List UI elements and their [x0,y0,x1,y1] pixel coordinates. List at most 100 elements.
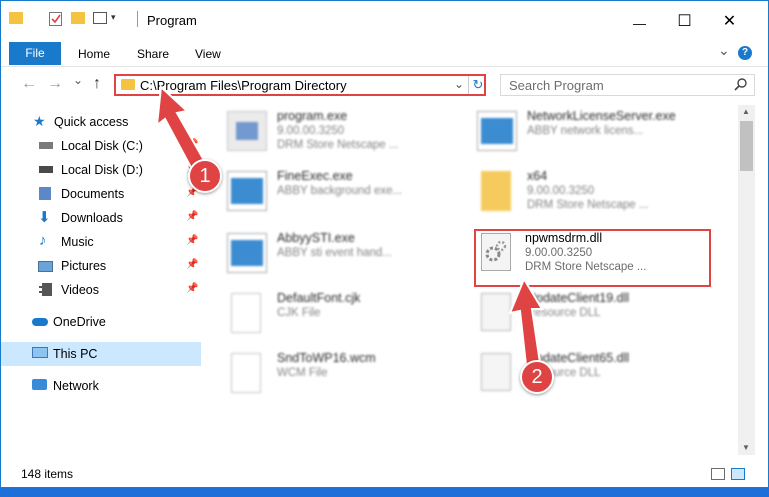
document-icon [231,353,261,393]
file-detail: ABBY network licens... [527,125,644,137]
search-input[interactable]: Search Program [500,74,755,96]
network-icon [32,379,47,390]
minimize-button[interactable]: — [617,9,662,39]
properties-icon[interactable] [49,12,62,26]
sidebar-item-label: Pictures [61,259,107,273]
file-name: AbbyySTI.exe [277,231,355,245]
recent-locations-icon[interactable]: ⌄ [73,73,83,87]
sidebar-item-music[interactable]: ♪ Music 📌 [1,230,201,254]
file-detail: DRM Store Netscape ... [277,139,399,151]
pictures-icon [38,261,53,272]
help-icon[interactable]: ? [738,46,752,60]
sidebar-item-network[interactable]: Network [1,374,201,398]
cloud-icon [32,318,48,326]
sidebar-item-label: Documents [61,187,125,201]
pin-icon[interactable]: 📌 [186,283,198,294]
tab-view[interactable]: View [195,43,221,66]
file-name: NetworkLicenseServer.exe [527,109,676,123]
file-detail: CJK File [277,307,321,319]
file-detail: ABBY sti event hand... [277,247,392,259]
folder-icon [121,79,135,90]
sidebar-item-label: Music [61,235,94,249]
file-name: x64 [527,169,548,183]
item-count: 148 items [21,467,74,481]
status-bar: 148 items [1,461,768,487]
sidebar-item-label: This PC [53,347,98,361]
file-detail: 9.00.00.3250 [277,125,345,137]
callout-badge-2: 2 [520,360,554,394]
forward-button[interactable]: → [47,75,63,93]
address-dropdown-icon[interactable]: ⌄ [454,77,464,91]
folder-icon [9,12,23,24]
sidebar-item-label: Network [53,379,99,393]
sidebar-item-label: Quick access [54,115,129,129]
sidebar-item-label: OneDrive [53,315,106,329]
sidebar-item-onedrive[interactable]: OneDrive [1,310,201,334]
tab-home[interactable]: Home [78,43,110,66]
close-button[interactable]: ✕ [707,7,752,37]
sidebar-item-this-pc[interactable]: This PC [1,342,201,366]
scroll-thumb[interactable] [740,121,753,171]
customize-toolbar-icon[interactable]: ▾ [111,12,116,23]
file-item[interactable]: NetworkLicenseServer.exe ABBY network li… [457,105,697,159]
file-detail: 9.00.00.3250 [527,185,595,197]
pin-icon[interactable]: 📌 [186,235,198,246]
sidebar-item-label: Local Disk (D:) [61,163,143,177]
file-detail: ABBY background exe... [277,185,403,197]
drive-icon [39,166,53,173]
explorer-window: ▾ Program — ☐ ✕ File Home Share View ⌄ ?… [0,0,769,488]
new-folder-icon[interactable] [71,12,85,24]
star-icon: ★ [33,113,46,129]
title-bar: ▾ Program — ☐ ✕ [1,1,768,39]
tab-share[interactable]: Share [137,43,169,66]
exe-icon [477,111,517,151]
search-placeholder: Search Program [509,78,604,93]
scroll-down-icon[interactable]: ▼ [742,443,750,452]
maximize-button[interactable]: ☐ [662,7,707,37]
view-options-icon[interactable] [93,12,107,24]
up-button[interactable]: ↑ [93,75,101,93]
refresh-button[interactable]: ↻ [468,76,487,94]
sidebar-item-pictures[interactable]: Pictures 📌 [1,254,201,278]
file-detail: DRM Store Netscape ... [527,199,649,211]
ribbon: File Home Share View ⌄ ? [1,39,768,67]
file-item[interactable]: UpdateClient19.dll Resource DLL [457,287,697,341]
details-view-icon[interactable] [711,468,725,480]
documents-icon [39,187,51,200]
search-icon[interactable] [734,77,748,91]
sidebar-item-label: Downloads [61,211,123,225]
pin-icon[interactable]: 📌 [186,259,198,270]
music-icon: ♪ [39,232,47,249]
drive-icon [39,142,53,149]
scroll-up-icon[interactable]: ▲ [742,107,750,116]
large-icons-view-icon[interactable] [731,468,745,480]
window-title: Program [147,13,197,28]
file-item[interactable]: UpdateClient65.dll Resource DLL [457,347,697,401]
file-item[interactable]: SndToWP16.wcm WCM File [207,347,447,401]
file-item[interactable]: DefaultFont.cjk CJK File [207,287,447,341]
file-name: SndToWP16.wcm [277,351,376,365]
sidebar-item-label: Local Disk (C:) [61,139,143,153]
address-row: ← → ⌄ ↑ C:\Program Files\Program Directo… [1,67,768,103]
exe-icon [227,233,267,273]
videos-icon [39,283,52,296]
folder-icon [481,171,511,211]
file-detail: WCM File [277,367,328,379]
computer-icon [32,347,48,358]
folder-item[interactable]: x64 9.00.00.3250 DRM Store Netscape ... [457,165,697,219]
sidebar-item-label: Videos [61,283,99,297]
downloads-icon: ⬇ [38,209,51,226]
back-button[interactable]: ← [21,75,37,93]
file-name: program.exe [277,109,348,123]
sidebar-item-downloads[interactable]: ⬇ Downloads 📌 [1,206,201,230]
title-separator [137,11,138,27]
vertical-scrollbar[interactable]: ▲ ▼ [738,105,755,455]
file-name: DefaultFont.cjk [277,291,361,305]
callout-badge-1: 1 [188,159,222,193]
expand-ribbon-icon[interactable]: ⌄ [718,42,730,59]
tab-file[interactable]: File [9,42,61,65]
document-icon [231,293,261,333]
sidebar-item-videos[interactable]: Videos 📌 [1,278,201,302]
pin-icon[interactable]: 📌 [186,211,198,222]
file-item[interactable]: AbbyySTI.exe ABBY sti event hand... [207,227,447,281]
